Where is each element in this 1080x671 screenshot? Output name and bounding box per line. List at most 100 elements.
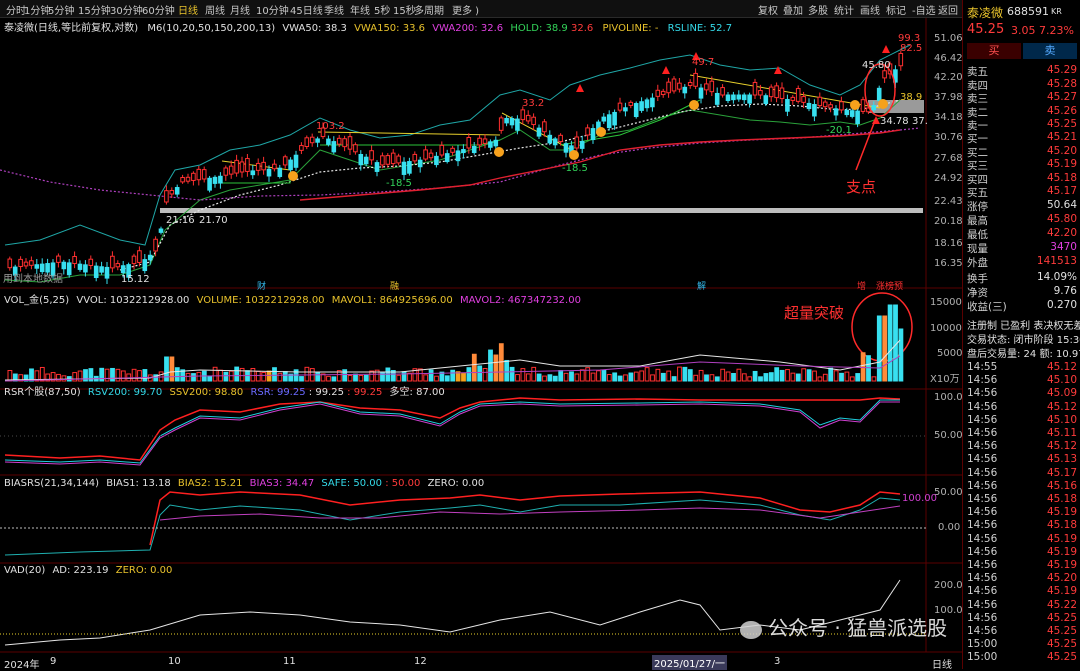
rsr-name: RSR个股(87,50) <box>4 387 81 398</box>
candle <box>698 87 704 99</box>
tick-row: 15:00 45.25 <box>967 638 1079 651</box>
tick-row-value: 45.12 <box>1046 400 1077 413</box>
volume-bar <box>120 370 126 382</box>
candle <box>860 99 866 112</box>
volume-bar <box>741 373 747 382</box>
stat-row-value: 42.20 <box>1046 227 1077 239</box>
price-tick: 30.76 <box>934 132 963 143</box>
volume-bar <box>358 374 364 382</box>
candle <box>455 150 461 162</box>
candle <box>158 228 164 233</box>
stat-row-value: 14.09% <box>1036 271 1077 283</box>
duokong-label: 多空: 87.00 <box>389 387 445 398</box>
volume-bar <box>223 371 229 382</box>
vwa150-line <box>299 129 901 201</box>
label-103: 103.2 <box>316 121 345 132</box>
candle <box>282 156 288 166</box>
label-18b: -18.5 <box>562 163 588 174</box>
price-tick: 42.20 <box>934 72 963 83</box>
tick-row-value: 45.18 <box>1046 493 1077 505</box>
candle <box>169 189 175 195</box>
tick-row-label: 14:56 <box>967 611 998 624</box>
tick-row: 14:56 45.19 <box>967 506 1079 519</box>
candle <box>66 262 72 276</box>
candle <box>747 94 752 104</box>
candle <box>7 258 13 269</box>
bid-row: 买一 45.21 <box>967 131 1079 145</box>
volume-bar <box>261 372 267 382</box>
bias-axis-0: 0.00 <box>938 522 961 533</box>
buy-button[interactable]: 买 <box>967 43 1021 59</box>
candle <box>390 152 396 165</box>
volume-bar <box>714 376 720 382</box>
tick-row: 14:56 45.11 <box>967 427 1079 440</box>
tick-row-label: 14:56 <box>967 453 998 466</box>
volume-bar <box>887 304 893 382</box>
sell-button[interactable]: 卖 <box>1023 43 1077 59</box>
candle <box>882 70 887 79</box>
candle <box>774 85 779 99</box>
candle <box>428 152 434 159</box>
stat-row: 最高 45.80 <box>967 213 1079 227</box>
volume-bar <box>849 376 855 382</box>
event-zeng[interactable]: 增 <box>857 279 866 292</box>
candle <box>498 117 504 131</box>
bid-row-value: 45.20 <box>1046 144 1077 157</box>
candle <box>266 168 272 177</box>
ask-row-value: 45.26 <box>1046 104 1077 117</box>
candle <box>839 101 844 111</box>
volume-bar <box>520 368 526 382</box>
tick-row: 14:56 45.09 <box>967 387 1079 400</box>
candle <box>115 263 121 268</box>
stat-row-value: 50.64 <box>1046 199 1077 211</box>
volume-bar <box>628 372 634 382</box>
volume-bar <box>401 371 407 382</box>
ask-row: 卖四 45.28 <box>967 78 1079 92</box>
volume-bar <box>633 371 639 382</box>
volume-bar <box>169 356 175 382</box>
stock-code: 688591 <box>1007 5 1049 18</box>
tick-row: 14:56 45.20 <box>967 572 1079 585</box>
candle <box>801 96 806 103</box>
volume-bar <box>234 366 240 382</box>
date-10: 10 <box>168 656 181 667</box>
volume-bar <box>477 365 483 382</box>
volume-bar <box>304 366 310 382</box>
tick-row-label: 15:00 <box>967 651 998 664</box>
volume-bar <box>617 375 623 382</box>
tick-row-label: 14:56 <box>967 545 998 558</box>
candle <box>849 110 855 117</box>
label-37: 37. <box>912 116 928 127</box>
volume-bar <box>839 372 844 382</box>
candle <box>439 144 445 156</box>
event-jie[interactable]: 解 <box>697 279 706 292</box>
tick-row-label: 15:00 <box>967 638 998 651</box>
candle <box>120 265 126 274</box>
date-3: 3 <box>774 656 781 667</box>
bid-row: 买三 45.19 <box>967 158 1079 172</box>
price-tick: 51.06 <box>934 33 963 44</box>
tick-row-label: 14:56 <box>967 519 998 532</box>
volume-bar <box>61 375 67 382</box>
ask-row: 卖三 45.27 <box>967 91 1079 105</box>
stat-row: 现量 3470 <box>967 241 1079 255</box>
rsr-label3: : 99.25 <box>347 387 383 398</box>
event-zhangting[interactable]: 涨榜预 <box>876 279 903 292</box>
tick-row: 15:00 45.25 <box>967 651 1079 664</box>
volume-bar <box>747 376 753 382</box>
tick-row-label: 14:56 <box>967 506 998 519</box>
candle <box>164 190 169 203</box>
volume-bar <box>531 366 537 382</box>
candle <box>558 134 563 143</box>
volume-bar <box>644 367 650 382</box>
candle <box>212 176 218 184</box>
candle <box>795 88 801 102</box>
volume-bar <box>612 372 618 382</box>
volume-bar <box>828 367 834 382</box>
price-tick: 24.92 <box>934 173 963 184</box>
vol-axis-10000: 10000 <box>930 323 962 334</box>
tick-row-value: 45.19 <box>1046 506 1077 519</box>
candlesticks <box>7 50 904 284</box>
candle <box>18 258 23 267</box>
pivot-line <box>317 131 501 136</box>
